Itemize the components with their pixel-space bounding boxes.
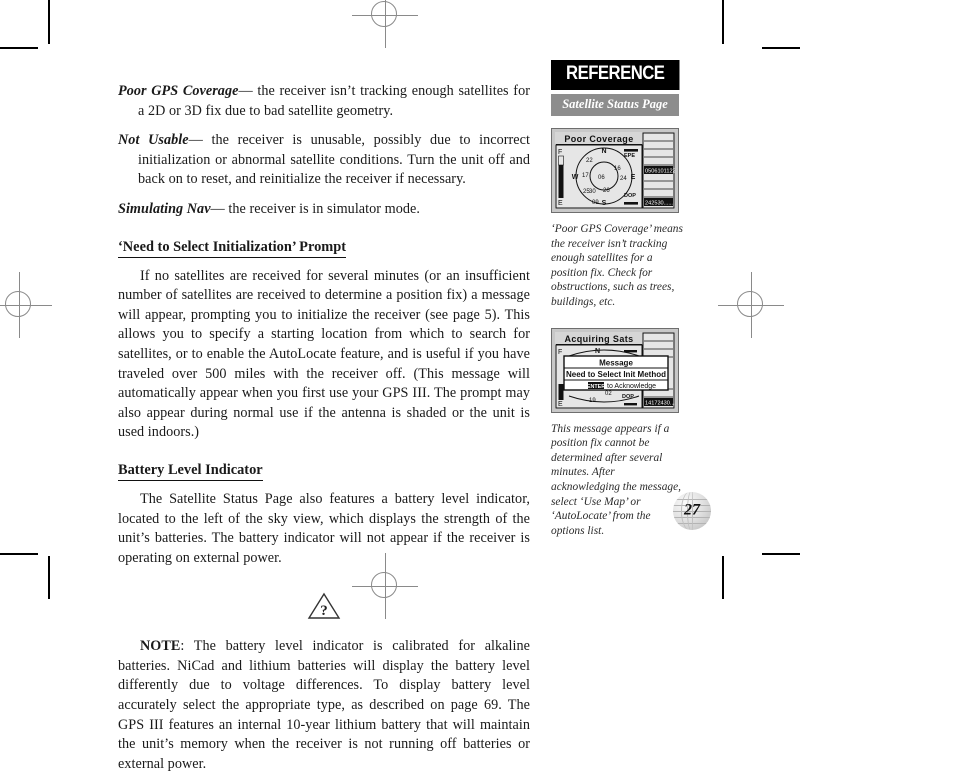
crop-mark-top-left-horizontal	[0, 47, 38, 49]
term-simulating-nav: Simulating Nav	[118, 200, 211, 217]
note-text: : The battery level indicator is calibra…	[118, 638, 530, 772]
reference-banner: REFERENCE	[551, 60, 680, 90]
svg-text:19: 19	[589, 398, 596, 404]
svg-text:N: N	[595, 348, 600, 355]
page-number: 27	[684, 501, 700, 519]
svg-text:?: ?	[320, 603, 328, 619]
paragraph-init-prompt-body: If no satellites are received for severa…	[118, 267, 530, 441]
subheading-wrap-init-prompt: ‘Need to Select Initialization’ Prompt	[118, 230, 530, 263]
lcd-acquiring-sats: Acquiring Sats F E N 02 19 DOP 14172430.…	[555, 331, 675, 409]
svg-text:050610112223: 050610112223	[645, 169, 675, 175]
svg-text:16: 16	[614, 166, 621, 172]
definition-not-usable: — the receiver is unusable, possibly due…	[138, 132, 530, 188]
page-number-badge: 27	[673, 492, 711, 530]
svg-text:EPE: EPE	[624, 153, 635, 159]
svg-text:DOP: DOP	[622, 394, 634, 400]
crop-mark-top-right-horizontal	[762, 47, 800, 49]
registration-mark-right	[718, 272, 784, 338]
svg-text:E: E	[631, 174, 636, 181]
svg-text:S: S	[602, 200, 607, 207]
svg-text:N: N	[601, 148, 606, 155]
svg-text:30: 30	[589, 189, 596, 195]
svg-text:W: W	[572, 174, 579, 181]
paragraph-poor-gps-coverage: Poor GPS Coverage— the receiver isn’t tr…	[118, 82, 530, 121]
svg-text:E: E	[558, 401, 563, 408]
subheading-need-to-select-initialization: ‘Need to Select Initialization’ Prompt	[118, 238, 347, 258]
crop-mark-top-right-vertical	[722, 0, 724, 44]
svg-text:26: 26	[603, 188, 610, 194]
svg-text:17: 17	[582, 173, 589, 179]
paragraph-simulating-nav: Simulating Nav— the receiver is in simul…	[118, 200, 530, 220]
term-poor-gps-coverage: Poor GPS Coverage	[118, 83, 239, 99]
svg-text:Need to Select Init Method: Need to Select Init Method	[566, 370, 666, 379]
svg-text:06: 06	[598, 175, 605, 181]
crop-mark-top-left-vertical	[48, 0, 50, 44]
subheading-battery-level-indicator: Battery Level Indicator	[118, 461, 263, 481]
paragraph-battery-body: The Satellite Status Page also features …	[118, 490, 530, 566]
svg-text:ENTER: ENTER	[587, 383, 605, 389]
svg-text:F: F	[558, 149, 562, 156]
crop-mark-bottom-right-vertical	[722, 556, 724, 599]
crop-mark-bottom-left-horizontal	[0, 553, 38, 555]
paragraph-note: NOTE: The battery level indicator is cal…	[118, 637, 530, 774]
device-bezel-poor-coverage: Poor Coverage F E N S E W 22 17 16 06 24…	[551, 128, 679, 213]
svg-text:22: 22	[586, 158, 593, 164]
crop-mark-bottom-right-horizontal	[762, 553, 800, 555]
figure-poor-coverage: Poor Coverage F E N S E W 22 17 16 06 24…	[551, 128, 711, 310]
svg-text:Poor Coverage: Poor Coverage	[564, 134, 633, 144]
svg-text:24: 24	[620, 176, 627, 182]
svg-text:F: F	[558, 349, 562, 356]
caption-acquiring-sats: This message appears if a position fix c…	[551, 422, 682, 537]
satellite-status-page-banner: Satellite Status Page	[551, 94, 679, 116]
svg-text:to Acknowledge: to Acknowledge	[607, 383, 656, 390]
svg-text:Message: Message	[599, 358, 633, 367]
subheading-wrap-battery: Battery Level Indicator	[118, 453, 530, 486]
svg-text:02: 02	[605, 391, 612, 397]
definition-simulating-nav: — the receiver is in simulator mode.	[210, 200, 420, 217]
note-icon-wrap: ?	[118, 592, 530, 625]
body-column: Poor GPS Coverage— the receiver isn’t tr…	[118, 82, 530, 784]
caption-poor-coverage: ‘Poor GPS Coverage’ means the receiver i…	[551, 223, 683, 308]
svg-text:242530......: 242530......	[645, 201, 673, 207]
sidebar-column: REFERENCE Satellite Status Page Poor Cov…	[551, 60, 711, 538]
svg-text:14172430....: 14172430....	[645, 400, 675, 406]
device-bezel-acquiring-sats: Acquiring Sats F E N 02 19 DOP 14172430.…	[551, 327, 679, 413]
manual-page: Poor GPS Coverage— the receiver isn’t tr…	[0, 0, 954, 772]
svg-text:Acquiring Sats: Acquiring Sats	[564, 334, 633, 344]
warning-question-triangle-icon: ?	[307, 592, 341, 620]
svg-text:09: 09	[592, 200, 599, 206]
paragraph-not-usable: Not Usable— the receiver is unusable, po…	[118, 131, 530, 190]
svg-text:E: E	[558, 200, 563, 207]
lcd-poor-coverage: Poor Coverage F E N S E W 22 17 16 06 24…	[555, 132, 675, 209]
svg-text:DOP: DOP	[624, 193, 636, 199]
registration-mark-left	[0, 272, 52, 338]
registration-mark-top	[352, 0, 418, 48]
term-not-usable: Not Usable	[118, 132, 189, 149]
note-label: NOTE	[140, 638, 181, 655]
crop-mark-bottom-left-vertical	[48, 556, 50, 599]
